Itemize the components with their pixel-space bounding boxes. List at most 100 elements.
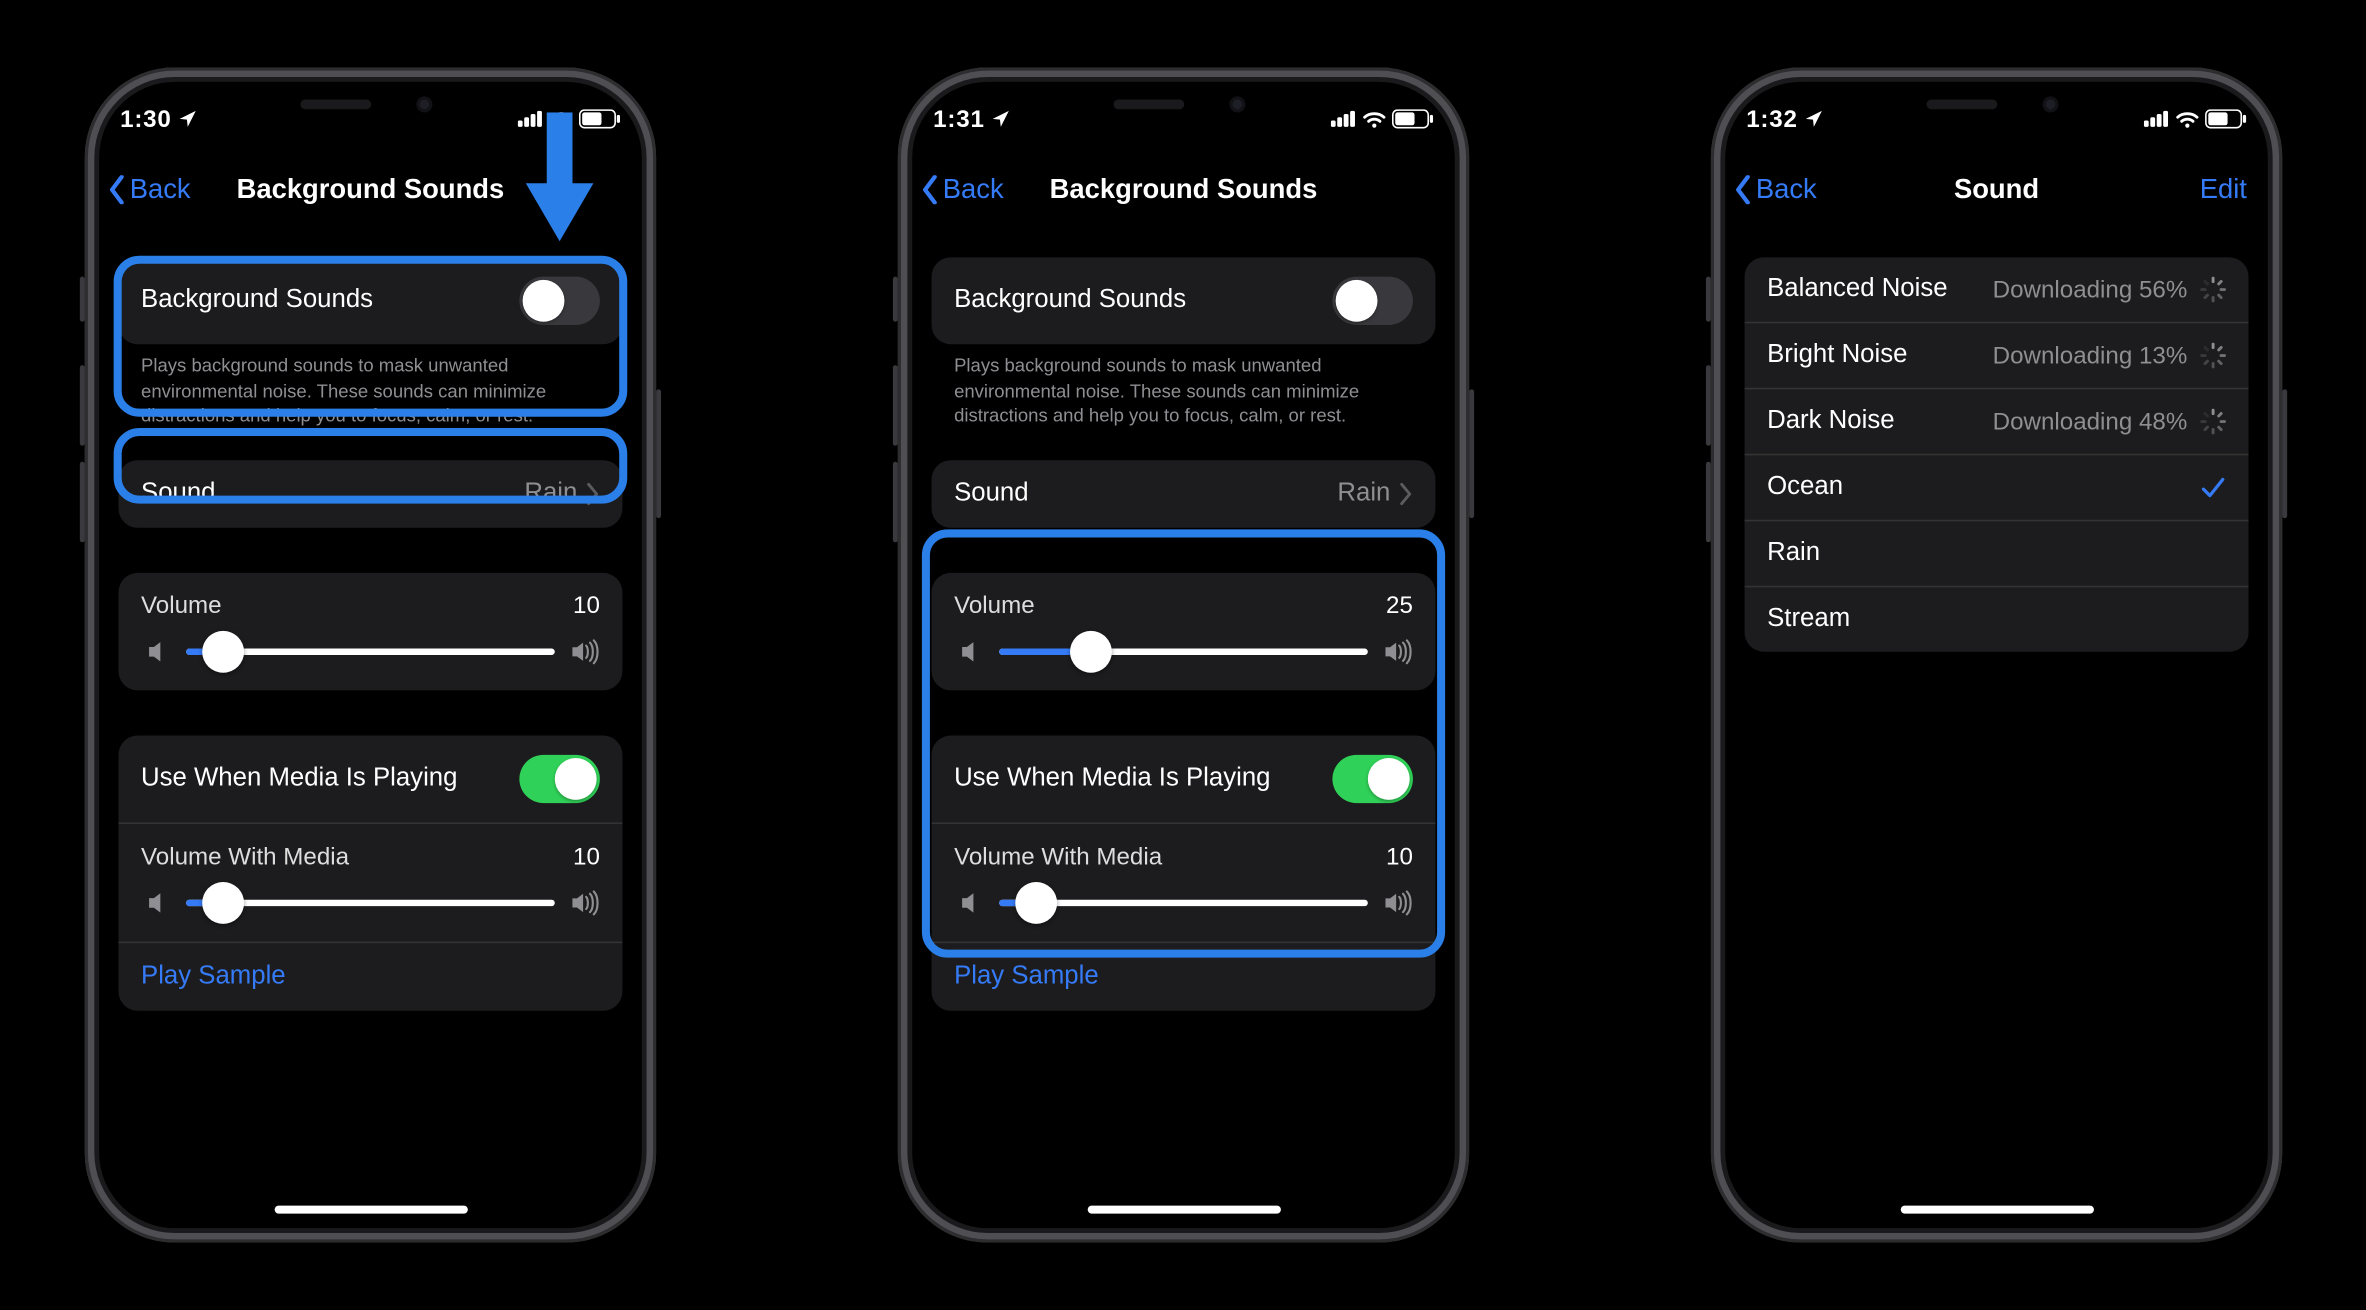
download-status: Downloading 56% xyxy=(1992,276,2187,303)
volume-slider[interactable] xyxy=(141,635,600,667)
back-button[interactable]: Back xyxy=(1733,174,1816,206)
row-media-toggle[interactable]: Use When Media Is Playing xyxy=(931,735,1435,822)
back-label: Back xyxy=(1755,174,1816,206)
sound-name: Balanced Noise xyxy=(1767,275,1947,304)
media-volume-value: 10 xyxy=(573,843,600,870)
signal-icon xyxy=(2143,109,2169,128)
battery-icon xyxy=(1391,109,1433,128)
row-bg-sounds-toggle[interactable]: Background Sounds xyxy=(931,257,1435,344)
home-indicator[interactable] xyxy=(273,1206,466,1214)
download-status: Downloading 13% xyxy=(1992,342,2187,369)
sound-option-ocean[interactable]: Ocean xyxy=(1744,454,2248,520)
volume-high-icon xyxy=(1383,889,1412,915)
sound-value: Rain xyxy=(1337,479,1390,508)
volume-high-icon xyxy=(1383,638,1412,664)
sound-name: Stream xyxy=(1767,605,1850,634)
media-volume-slider[interactable] xyxy=(954,886,1413,918)
battery-icon xyxy=(2205,109,2247,128)
sound-label: Sound xyxy=(954,479,1028,508)
media-volume-value: 10 xyxy=(1386,843,1413,870)
chevron-left-icon xyxy=(107,175,126,204)
media-volume-label: Volume With Media xyxy=(954,843,1162,870)
group-volume: Volume 10 xyxy=(118,572,622,690)
group-sound: Sound Rain xyxy=(118,459,622,527)
nav-bar: Back Background Sounds xyxy=(913,154,1452,225)
media-switch[interactable] xyxy=(519,754,600,802)
volume-high-icon xyxy=(570,889,599,915)
row-bg-sounds-toggle[interactable]: Background Sounds xyxy=(118,257,622,344)
row-media-toggle[interactable]: Use When Media Is Playing xyxy=(118,735,622,822)
media-volume-slider[interactable] xyxy=(141,886,600,918)
sound-option-balanced-noise[interactable]: Balanced Noise Downloading 56% xyxy=(1744,257,2248,321)
volume-label: Volume xyxy=(141,591,222,618)
group-media: Use When Media Is Playing Volume With Me… xyxy=(931,735,1435,1010)
sound-option-rain[interactable]: Rain xyxy=(1744,520,2248,586)
sound-option-dark-noise[interactable]: Dark Noise Downloading 48% xyxy=(1744,388,2248,454)
row-sound[interactable]: Sound Rain xyxy=(118,459,622,527)
volume-low-icon xyxy=(141,638,170,664)
sound-label: Sound xyxy=(141,479,215,508)
volume-label: Volume xyxy=(954,591,1035,618)
back-button[interactable]: Back xyxy=(920,174,1003,206)
status-bar: 1:31 xyxy=(913,83,1452,154)
volume-low-icon xyxy=(141,889,170,915)
media-switch[interactable] xyxy=(1332,754,1413,802)
media-toggle-label: Use When Media Is Playing xyxy=(141,764,457,793)
signal-icon xyxy=(1330,109,1356,128)
status-time: 1:31 xyxy=(933,105,985,132)
back-button[interactable]: Back xyxy=(107,174,190,206)
download-status: Downloading 48% xyxy=(1992,408,2187,435)
volume-low-icon xyxy=(954,638,983,664)
volume-high-icon xyxy=(570,638,599,664)
bg-sounds-switch[interactable] xyxy=(519,277,600,325)
sound-name: Ocean xyxy=(1767,473,1843,502)
status-time: 1:30 xyxy=(120,105,172,132)
volume-low-icon xyxy=(954,889,983,915)
signal-icon xyxy=(517,109,543,128)
chevron-left-icon xyxy=(1733,175,1752,204)
back-label: Back xyxy=(942,174,1003,206)
wifi-icon xyxy=(549,110,572,128)
sound-name: Dark Noise xyxy=(1767,407,1894,436)
volume-slider[interactable] xyxy=(954,635,1413,667)
sound-name: Rain xyxy=(1767,539,1820,568)
play-sample-button[interactable]: Play Sample xyxy=(931,942,1435,1010)
group-main-toggle: Background Sounds xyxy=(931,257,1435,344)
spinner-icon xyxy=(2200,343,2226,369)
chevron-right-icon xyxy=(586,482,599,505)
play-sample-button[interactable]: Play Sample xyxy=(118,942,622,1010)
group-sound-list: Balanced Noise Downloading 56% Bright No… xyxy=(1744,257,2248,651)
location-icon xyxy=(991,109,1010,128)
group-main-toggle: Background Sounds xyxy=(118,257,622,344)
checkmark-icon xyxy=(2200,475,2226,501)
phone-frame-2: 1:31 Back Background Sounds Background S… xyxy=(897,67,1469,1242)
wifi-icon xyxy=(1363,110,1386,128)
spinner-icon xyxy=(2200,277,2226,303)
location-icon xyxy=(178,109,197,128)
wifi-icon xyxy=(2176,110,2199,128)
group-media: Use When Media Is Playing Volume With Me… xyxy=(118,735,622,1010)
group-sound: Sound Rain xyxy=(931,459,1435,527)
volume-value: 25 xyxy=(1386,591,1413,618)
status-time: 1:32 xyxy=(1746,105,1798,132)
home-indicator[interactable] xyxy=(1899,1206,2092,1214)
home-indicator[interactable] xyxy=(1086,1206,1279,1214)
description-text: Plays background sounds to mask unwanted… xyxy=(931,344,1435,446)
volume-value: 10 xyxy=(573,591,600,618)
media-toggle-label: Use When Media Is Playing xyxy=(954,764,1270,793)
media-volume-label: Volume With Media xyxy=(141,843,349,870)
battery-icon xyxy=(578,109,620,128)
phone-frame-1: 1:30 Back Background Sounds Background S… xyxy=(84,67,656,1242)
sound-option-stream[interactable]: Stream xyxy=(1744,586,2248,652)
row-sound[interactable]: Sound Rain xyxy=(931,459,1435,527)
chevron-right-icon xyxy=(1400,482,1413,505)
nav-bar: Back Sound Edit xyxy=(1726,154,2265,225)
sound-option-bright-noise[interactable]: Bright Noise Downloading 13% xyxy=(1744,322,2248,388)
back-label: Back xyxy=(129,174,190,206)
edit-button[interactable]: Edit xyxy=(2199,174,2246,206)
description-text: Plays background sounds to mask unwanted… xyxy=(118,344,622,446)
chevron-left-icon xyxy=(920,175,939,204)
bg-sounds-switch[interactable] xyxy=(1332,277,1413,325)
group-volume: Volume 25 xyxy=(931,572,1435,690)
location-icon xyxy=(1804,109,1823,128)
